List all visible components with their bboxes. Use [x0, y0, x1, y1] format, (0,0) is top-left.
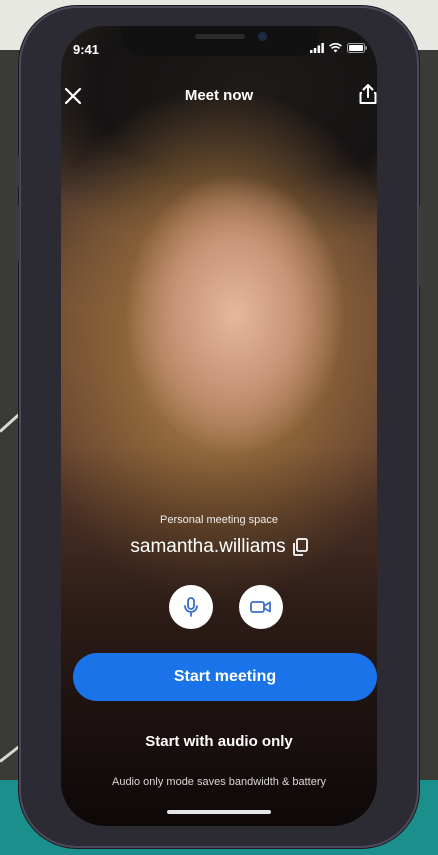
username-row: samantha.williams [61, 536, 377, 558]
video-camera-icon [250, 601, 271, 613]
speaker-grille [195, 34, 245, 39]
audio-only-note: Audio only mode saves bandwidth & batter… [111, 776, 327, 788]
phone-side-button [16, 206, 20, 261]
phone-side-button [418, 206, 422, 286]
microphone-button[interactable] [169, 585, 213, 629]
status-icons [310, 43, 367, 53]
microphone-icon [184, 597, 198, 617]
meeting-username: samantha.williams [130, 536, 286, 557]
status-time: 9:41 [73, 42, 100, 57]
meeting-space-label: Personal meeting space [159, 514, 278, 526]
start-audio-only-link[interactable]: Start with audio only [61, 733, 377, 750]
battery-icon [347, 43, 367, 53]
share-icon[interactable] [357, 82, 377, 106]
wifi-icon [329, 43, 342, 53]
front-camera [258, 32, 267, 41]
copy-icon[interactable] [292, 538, 308, 556]
camera-preview: 9:41 Meet now Personal meeting space sam… [61, 26, 377, 826]
phone-notch [121, 26, 319, 56]
home-indicator [167, 810, 271, 814]
video-button[interactable] [239, 585, 283, 629]
signal-icon [310, 43, 324, 53]
page-title: Meet now [184, 87, 254, 104]
phone-side-button [16, 156, 20, 186]
start-meeting-button[interactable]: Start meeting [73, 653, 377, 701]
